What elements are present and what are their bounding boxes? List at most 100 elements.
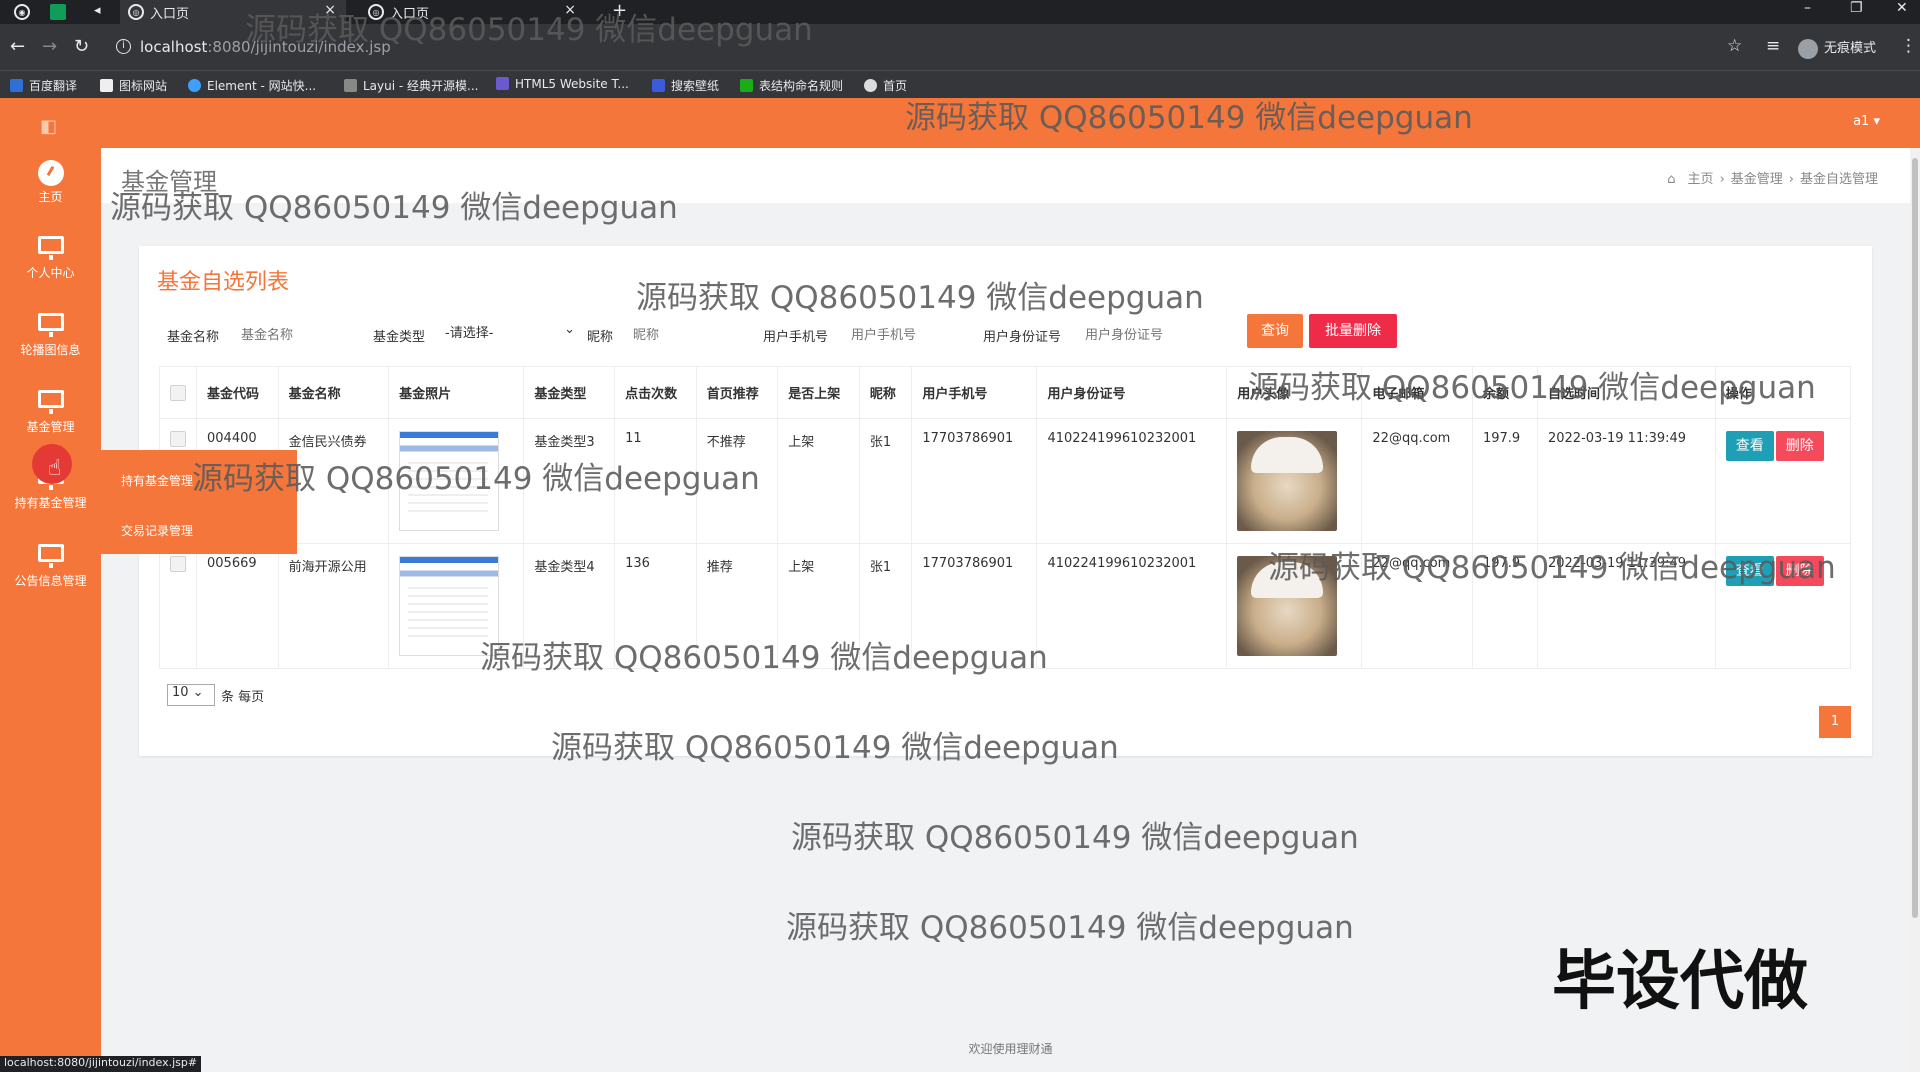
fund-type: 基金类型4: [523, 543, 616, 669]
column-header: 用户头像: [1226, 366, 1363, 419]
page-size-select[interactable]: 10 ⌄: [167, 684, 215, 706]
select-all-checkbox[interactable]: [170, 384, 186, 401]
restore-icon[interactable]: ❐: [1850, 0, 1863, 16]
url-field[interactable]: i localhost:8080/jijintouzi/index.jsp: [106, 31, 1766, 63]
column-header: 基金代码: [196, 366, 279, 419]
url-path: :8080/jijintouzi/index.jsp: [207, 38, 391, 56]
view-button[interactable]: 查看: [1725, 556, 1774, 586]
column-header: 基金照片: [388, 366, 525, 419]
select-time: 2022-03-19 11:39:49: [1536, 543, 1716, 669]
bookmark-item[interactable]: 搜索壁纸: [652, 77, 719, 94]
footer-text: 欢迎使用理财通: [968, 1042, 1053, 1056]
breadcrumb-current: 基金自选管理: [1799, 172, 1878, 187]
fund-photo: [399, 431, 500, 531]
email: 22@qq.com: [1361, 418, 1473, 544]
row-checkbox[interactable]: [170, 556, 186, 572]
fund-table: 基金代码 基金名称 基金照片 基金类型 点击次数 首页推荐 是否上架 昵称 用户…: [159, 366, 1852, 669]
column-header: 操作: [1714, 366, 1852, 419]
back-icon[interactable]: ←: [10, 36, 25, 57]
phone: 17703786901: [911, 418, 1038, 544]
avatar: [1237, 431, 1338, 531]
phone-input[interactable]: [847, 320, 967, 348]
bookmark-item[interactable]: 首页: [864, 77, 907, 94]
fund-name-input[interactable]: [237, 320, 357, 348]
fund-name: 前海开源公用: [277, 543, 390, 669]
bookmark-item[interactable]: HTML5 Website T...: [496, 77, 629, 91]
minimize-icon[interactable]: –: [1804, 0, 1811, 16]
submenu-item-trades[interactable]: 交易记录管理: [121, 522, 193, 539]
fund-code: 005669: [196, 543, 279, 669]
home-recommend: 推荐: [695, 543, 779, 669]
click-count: 11: [614, 418, 697, 544]
incognito-icon: [1798, 38, 1818, 59]
nickname: 张1: [858, 418, 913, 544]
sidebar: ◧ 主页 个人中心 轮播图信息 基金管理 持有基金管理 公告信息管理: [0, 98, 101, 1072]
submenu-flyout: 持有基金管理 交易记录管理: [101, 450, 297, 554]
reading-list-icon[interactable]: ≡: [1766, 36, 1780, 56]
chrome-icon[interactable]: ◉: [14, 4, 30, 20]
column-header: 自选时间: [1536, 366, 1716, 419]
menu-icon[interactable]: ⋮: [1900, 36, 1917, 56]
home-recommend: 不推荐: [695, 418, 779, 544]
fund-type-label: 基金类型: [373, 330, 426, 345]
fund-type-select[interactable]: -请选择- ⌄: [445, 322, 579, 341]
info-icon[interactable]: i: [116, 39, 131, 54]
mute-icon[interactable]: ◂: [94, 3, 101, 18]
incognito-indicator[interactable]: 无痕模式: [1798, 37, 1876, 59]
delete-button[interactable]: 删除: [1775, 556, 1824, 586]
browser-tab-1[interactable]: ◎ 入口页 ×: [120, 0, 346, 24]
sidebar-item-carousel[interactable]: 轮播图信息: [0, 313, 101, 358]
column-header: 基金名称: [277, 366, 390, 419]
column-header: 点击次数: [614, 366, 697, 419]
bookmark-item[interactable]: 图标网站: [100, 77, 167, 94]
promo-text: 毕设代做: [1552, 945, 1808, 1019]
page-number-current[interactable]: 1: [1819, 706, 1851, 738]
column-header: 用户手机号: [911, 366, 1038, 419]
sidebar-item-fund[interactable]: 基金管理: [0, 390, 101, 435]
query-button[interactable]: 查询: [1247, 314, 1303, 348]
view-button[interactable]: 查看: [1725, 431, 1774, 461]
sidebar-item-profile[interactable]: 个人中心: [0, 236, 101, 281]
sidebar-item-notice[interactable]: 公告信息管理: [0, 544, 101, 589]
page-scrollbar[interactable]: [1910, 148, 1920, 1072]
close-icon[interactable]: ×: [564, 2, 576, 18]
monitor-icon: [37, 544, 64, 568]
sidebar-item-home[interactable]: 主页: [0, 160, 101, 205]
forward-icon[interactable]: →: [42, 36, 57, 57]
bookmark-item[interactable]: Element - 网站快...: [188, 77, 316, 94]
submenu-item-holding[interactable]: 持有基金管理: [121, 472, 193, 489]
browser-tabstrip: ◉ ◂ ◎ 入口页 × ◎ 入口页 × + – ❐ ✕: [0, 0, 1920, 24]
email: 22@qq.com: [1361, 543, 1473, 669]
fund-type: 基金类型3: [523, 418, 616, 544]
new-tab-icon[interactable]: +: [612, 0, 627, 21]
scrollbar-thumb[interactable]: [1912, 158, 1918, 918]
breadcrumb-home[interactable]: 主页: [1688, 172, 1714, 187]
column-header: 基金类型: [523, 366, 616, 419]
bookmark-item[interactable]: Layui - 经典开源模...: [344, 77, 478, 94]
column-header: 昵称: [858, 366, 913, 419]
on-sale: 上架: [777, 543, 860, 669]
idcard-label: 用户身份证号: [983, 330, 1062, 345]
page-title: 基金管理: [121, 168, 217, 196]
nickname-input[interactable]: [629, 320, 749, 348]
table-row: 004400 金信民兴债券 基金类型3 11 不推荐 上架 张1 1770378…: [159, 418, 1852, 544]
address-bar-row: ← → ↻ i localhost:8080/jijintouzi/index.…: [0, 24, 1920, 70]
bookmark-item[interactable]: 表结构命名规则: [740, 77, 843, 94]
bookmark-item[interactable]: 百度翻译: [10, 77, 77, 94]
browser-tab-2[interactable]: ◎ 入口页 ×: [360, 0, 586, 24]
sheet-icon[interactable]: [50, 4, 66, 20]
reload-icon[interactable]: ↻: [74, 36, 89, 57]
page-header: 基金管理 ⌂ 主页 › 基金管理 › 基金自选管理: [101, 148, 1910, 203]
logo-icon: ◧: [40, 116, 58, 137]
user-menu[interactable]: a1 ▾: [1853, 114, 1880, 129]
delete-button[interactable]: 删除: [1775, 431, 1824, 461]
batch-delete-button[interactable]: 批量删除: [1309, 314, 1397, 348]
idcard-input[interactable]: [1081, 320, 1201, 348]
window-close-icon[interactable]: ✕: [1896, 0, 1908, 16]
breadcrumb-fund[interactable]: 基金管理: [1731, 172, 1783, 187]
chevron-down-icon: ⌄: [564, 322, 575, 337]
close-icon[interactable]: ×: [324, 2, 336, 18]
star-icon[interactable]: ☆: [1727, 36, 1742, 56]
column-header: 用户身份证号: [1036, 366, 1228, 419]
row-checkbox[interactable]: [170, 431, 186, 447]
